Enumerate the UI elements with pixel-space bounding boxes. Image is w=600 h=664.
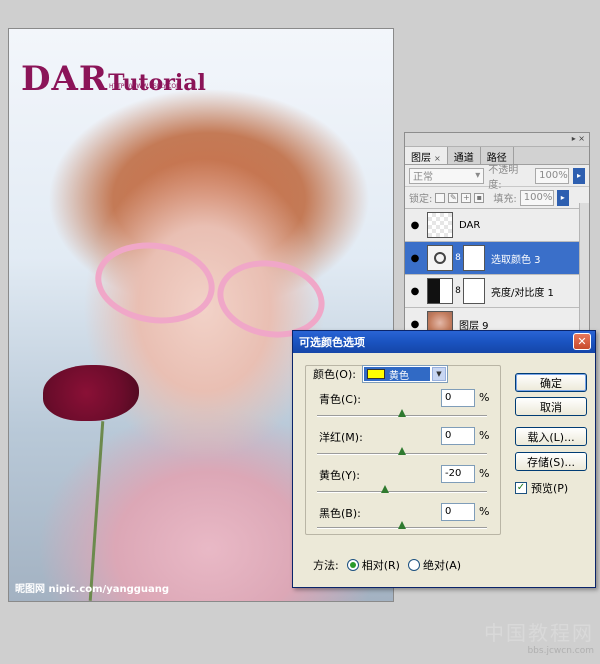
load-button[interactable]: 载入(L)... (515, 427, 587, 446)
method-label: 方法: (313, 559, 339, 572)
layer-name: 选取颜色 3 (491, 254, 541, 266)
method-absolute-option[interactable]: 绝对(A) (407, 557, 462, 573)
close-icon[interactable]: × (434, 154, 441, 163)
eye-icon[interactable]: ● (405, 220, 425, 231)
photo-glasses-left (90, 235, 220, 331)
dar-logo: DARTutorial (21, 59, 206, 99)
layer-row-dar[interactable]: ● DAR (405, 209, 589, 242)
cyan-slider-thumb[interactable] (398, 409, 406, 417)
lock-row: 锁定: ✎ + ▪ 填充: 100% ▸ (405, 187, 589, 209)
color-select-value: 黄色 (388, 370, 409, 382)
blend-row: 正常 ▾ 不透明度: 100% ▸ (405, 165, 589, 191)
logo-url: HTTP://WWW.PSFLY.COM (109, 83, 182, 90)
layer-row-selective-color[interactable]: ● 8 选取颜色 3 (405, 242, 589, 275)
yellow-label: 黄色(Y): (319, 469, 361, 482)
eye-icon[interactable]: ● (405, 319, 425, 330)
absolute-label: 绝对(A) (422, 559, 462, 572)
layers-panel: ▸ × 图层 × 通道 路径 正常 ▾ 不透明度: 100% ▸ 锁定: ✎ + ▪… (404, 132, 590, 342)
relative-radio[interactable] (346, 559, 359, 571)
color-row: 颜色(O): 黄色 ▼ (313, 365, 448, 383)
logo-dar: DAR (21, 59, 109, 99)
dialog-title: 可选颜色选项 (299, 336, 365, 349)
cyan-input[interactable]: 0 (441, 389, 475, 407)
preview-checkbox-row[interactable]: ✓ 预览(P) (515, 480, 568, 496)
black-unit: % (479, 505, 490, 518)
fill-field[interactable]: 100% (519, 189, 554, 206)
absolute-radio[interactable] (407, 559, 420, 571)
link-chain-icon: 8 (455, 286, 461, 296)
black-label: 黑色(B): (319, 507, 361, 520)
yellow-slider-track[interactable] (317, 491, 487, 493)
blend-mode-select[interactable]: 正常 ▾ (409, 167, 485, 184)
chevron-down-icon[interactable]: ▼ (431, 367, 446, 381)
close-icon[interactable]: ✕ (573, 333, 591, 350)
magenta-unit: % (479, 429, 490, 442)
black-slider-thumb[interactable] (398, 521, 406, 529)
eye-icon[interactable]: ● (405, 286, 425, 297)
color-select[interactable]: 黄色 ▼ (361, 365, 448, 383)
fill-arrow-icon[interactable]: ▸ (556, 189, 569, 206)
preview-label: 预览(P) (531, 482, 569, 495)
cyan-unit: % (479, 391, 490, 404)
magenta-input[interactable]: 0 (441, 427, 475, 445)
lock-move-icon[interactable]: + (461, 192, 472, 203)
panel-menu-icon[interactable]: ▸ × (572, 134, 585, 143)
yellow-slider-thumb[interactable] (381, 485, 389, 493)
layer-mask-thumbnail (463, 245, 485, 271)
watermark-left: 昵图网 nipic.com/yangguang (15, 584, 170, 595)
watermark-cn: 中国教程网 (484, 621, 594, 645)
opacity-arrow-icon[interactable]: ▸ (573, 167, 585, 184)
layer-name: DAR (459, 219, 481, 231)
layers-panel-titlebar[interactable]: ▸ × (405, 133, 589, 147)
method-row: 方法: 相对(R) 绝对(A) (313, 557, 461, 573)
adjustment-thumbnail (427, 245, 453, 271)
color-label: 颜色(O): (313, 368, 356, 381)
tab-layers-label: 图层 (411, 153, 431, 164)
opacity-field[interactable]: 100% (535, 167, 570, 184)
photo-flower-stem (88, 421, 105, 601)
save-button[interactable]: 存储(S)... (515, 452, 587, 471)
lock-all-icon[interactable]: ▪ (474, 192, 485, 203)
magenta-label: 洋红(M): (319, 431, 363, 444)
lock-label: 锁定: (409, 194, 433, 205)
tab-channels[interactable]: 通道 (447, 147, 481, 164)
ok-button[interactable]: 确定 (515, 373, 587, 392)
link-chain-icon: 8 (455, 253, 461, 263)
watermark-right: 中国教程网 bbs.jcwcn.com (484, 617, 594, 656)
magenta-slider-thumb[interactable] (398, 447, 406, 455)
opacity-label: 不透明度: (488, 164, 519, 191)
tab-channels-label: 通道 (453, 153, 474, 164)
chevron-down-icon: ▾ (475, 170, 481, 181)
yellow-unit: % (479, 467, 490, 480)
eye-icon[interactable]: ● (405, 253, 425, 264)
layers-scrollbar[interactable] (579, 203, 589, 341)
yellow-swatch (366, 369, 385, 379)
preview-checkbox[interactable]: ✓ (515, 482, 527, 494)
cancel-button[interactable]: 取消 (515, 397, 587, 416)
relative-label: 相对(R) (361, 559, 400, 572)
blend-mode-value: 正常 (413, 172, 433, 183)
fill-label: 填充: (493, 194, 517, 205)
cyan-label: 青色(C): (319, 393, 361, 406)
photo-flower (43, 365, 139, 421)
layer-row-brightness-contrast[interactable]: ● 8 亮度/对比度 1 (405, 275, 589, 308)
lock-brush-icon[interactable]: ✎ (448, 192, 459, 203)
layer-name: 亮度/对比度 1 (491, 287, 554, 299)
yellow-input[interactable]: -20 (441, 465, 475, 483)
black-input[interactable]: 0 (441, 503, 475, 521)
dialog-titlebar[interactable]: 可选颜色选项 ✕ (293, 331, 595, 353)
selective-color-dialog: 可选颜色选项 ✕ 颜色(O): 黄色 ▼ 青色(C): 0 % 洋红(M): 0… (292, 330, 596, 588)
adjustment-thumbnail (427, 278, 453, 304)
tab-layers[interactable]: 图层 × (405, 147, 448, 164)
layer-mask-thumbnail (463, 278, 485, 304)
method-relative-option[interactable]: 相对(R) (346, 557, 400, 573)
watermark-url: bbs.jcwcn.com (527, 646, 594, 656)
layer-thumbnail (427, 212, 453, 238)
lock-transparent-icon[interactable] (435, 192, 446, 203)
